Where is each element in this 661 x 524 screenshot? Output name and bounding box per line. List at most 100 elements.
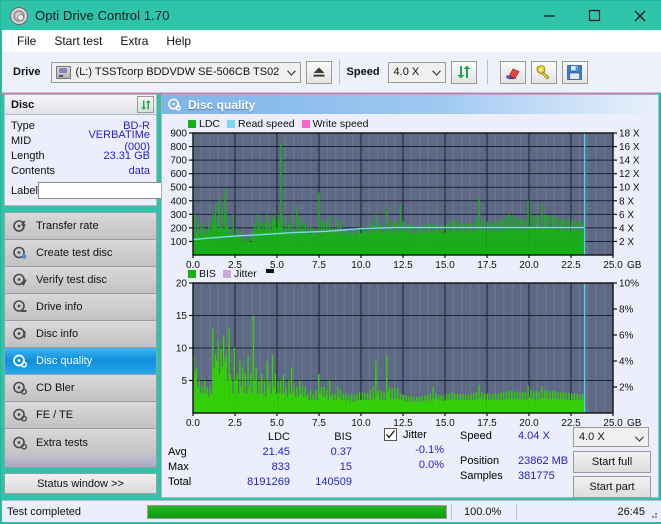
jitter-checkbox-group[interactable]: Jitter	[384, 428, 427, 441]
position-stat-label: Position	[460, 455, 500, 467]
svg-text:100: 100	[170, 237, 187, 248]
svg-text:600: 600	[170, 169, 187, 180]
drive-select-value: (L:) TSSTcorp BDDVDW SE-506CB TS02	[75, 66, 280, 78]
close-icon[interactable]	[617, 1, 661, 30]
sidebar-item-cd-bler[interactable]: CD Bler	[5, 375, 156, 402]
stats-row-max-bis: 15	[339, 460, 352, 473]
svg-text:12 X: 12 X	[619, 169, 640, 180]
drive-info-icon	[9, 300, 31, 314]
speed-label: Speed	[346, 66, 380, 78]
samples-stat-label: Samples	[460, 470, 503, 482]
start-full-button[interactable]: Start full	[573, 451, 651, 473]
disc-label-row: Label	[5, 180, 240, 201]
svg-text:8%: 8%	[619, 305, 634, 316]
stats-row-max-jitter: 0.0%	[418, 459, 444, 471]
extra-tests-icon	[9, 436, 31, 450]
sidebar-item-transfer-rate[interactable]: Transfer rate	[5, 213, 156, 240]
disc-verify-icon	[9, 273, 31, 287]
toolbar-divider-1	[338, 60, 340, 84]
disc-create-icon	[9, 246, 31, 260]
sidebar-item-label: FE / TE	[36, 409, 74, 421]
eject-icon	[313, 67, 325, 77]
svg-text:15.0: 15.0	[435, 260, 455, 271]
stats-col-bis: BIS	[334, 430, 352, 443]
minimize-icon[interactable]	[527, 1, 572, 30]
eject-button[interactable]	[305, 60, 332, 84]
svg-text:200: 200	[170, 223, 187, 234]
maximize-icon[interactable]	[572, 1, 617, 30]
drive-select[interactable]: (L:) TSSTcorp BDDVDW SE-506CB TS02	[50, 61, 301, 83]
menu-bar: File Start test Extra Help	[2, 30, 661, 52]
sidebar-item-disc-quality[interactable]: Disc quality	[5, 348, 156, 375]
progress-bar-fill	[148, 505, 446, 518]
bis-chart: 51015202%4%6%8%10%0.0 2.5 5.0 7.5 10.0 12.5 15…	[176, 279, 642, 430]
menu-item-extra[interactable]: Extra	[111, 30, 157, 52]
svg-text:4 X: 4 X	[619, 223, 634, 234]
svg-text:6 X: 6 X	[619, 210, 634, 221]
refresh-icon	[140, 99, 151, 110]
disc-quality-icon	[168, 98, 181, 111]
svg-text:10 X: 10 X	[619, 183, 640, 194]
left-sidebar: Disc Type BD-R MID VERBATIMe (000) Lengt…	[4, 94, 240, 494]
disc-refresh-button[interactable]	[137, 96, 154, 113]
speed-select[interactable]: 4.0 X	[387, 61, 446, 83]
status-divider-2	[516, 503, 517, 520]
status-text: Test completed	[7, 505, 81, 518]
svg-text:10%: 10%	[619, 279, 639, 290]
svg-text:300: 300	[170, 210, 187, 221]
table-row: Max 833 15	[168, 459, 352, 474]
svg-text:GB: GB	[627, 260, 642, 271]
erase-button[interactable]	[499, 60, 526, 84]
speed-select-value: 4.0 X	[393, 66, 420, 78]
disc-quality-pane: Disc quality LDC Read speed Write speed …	[161, 94, 659, 498]
stats-row-avg-jitter: -0.1%	[415, 444, 444, 456]
disc-info-icon	[9, 327, 31, 341]
sidebar-item-disc-info[interactable]: Disc info	[5, 321, 156, 348]
nav-spacer	[5, 456, 156, 467]
disc-rate-icon	[9, 219, 31, 233]
menu-item-file[interactable]: File	[8, 30, 45, 52]
resize-grip-icon[interactable]	[648, 509, 658, 519]
svg-text:17.5: 17.5	[477, 260, 497, 271]
stats-row-avg-bis: 0.37	[330, 445, 352, 458]
disc-row-contents-value: data	[128, 164, 150, 177]
stats-header-row: LDC BIS	[168, 429, 352, 444]
start-part-button[interactable]: Start part	[573, 476, 651, 498]
stats-row-total-label: Total	[168, 475, 192, 488]
sidebar-item-drive-info[interactable]: Drive info	[5, 294, 156, 321]
refresh-button[interactable]	[450, 60, 477, 84]
stats-table: LDC BIS Avg 21.45 0.37 Max 833 15 Total …	[168, 429, 352, 489]
svg-text:700: 700	[170, 156, 187, 167]
progress-percent: 100.0%	[464, 505, 502, 518]
progress-bar	[147, 504, 447, 519]
sidebar-item-verify-test-disc[interactable]: Verify test disc	[5, 267, 156, 294]
elapsed-time: 26:45	[617, 505, 645, 518]
sidebar-item-fe-te[interactable]: FE / TE	[5, 402, 156, 429]
jitter-checkbox[interactable]	[384, 428, 397, 441]
sidebar-item-label: Create test disc	[36, 247, 113, 259]
status-divider-1	[451, 503, 452, 520]
menu-item-help[interactable]: Help	[157, 30, 200, 52]
position-stat-value: 23862 MB	[518, 455, 569, 467]
sidebar-item-create-test-disc[interactable]: Create test disc	[5, 240, 156, 267]
sidebar-item-label: CD Bler	[36, 382, 75, 394]
disc-row-type-key: Type	[11, 119, 35, 132]
drive-label: Drive	[13, 66, 41, 78]
status-window-button[interactable]: Status window >>	[4, 473, 157, 494]
disc-label-key: Label	[11, 184, 38, 197]
app-icon	[10, 6, 28, 25]
svg-text:500: 500	[170, 183, 187, 194]
sidebar-item-extra-tests[interactable]: Extra tests	[5, 429, 156, 456]
svg-text:25.0: 25.0	[603, 260, 623, 271]
save-button[interactable]	[561, 60, 588, 84]
test-speed-select[interactable]: 4.0 X	[573, 427, 649, 447]
eraser-icon	[505, 68, 520, 79]
menu-item-start-test[interactable]: Start test	[45, 30, 111, 52]
svg-text:14 X: 14 X	[619, 156, 640, 167]
svg-text:12.5: 12.5	[393, 260, 413, 271]
page-title: Disc quality	[188, 97, 256, 112]
svg-text:20: 20	[176, 279, 188, 290]
key-button[interactable]	[530, 60, 557, 84]
sidebar-item-label: Drive info	[36, 301, 83, 313]
status-bar: Test completed 100.0% 26:45	[2, 500, 661, 522]
